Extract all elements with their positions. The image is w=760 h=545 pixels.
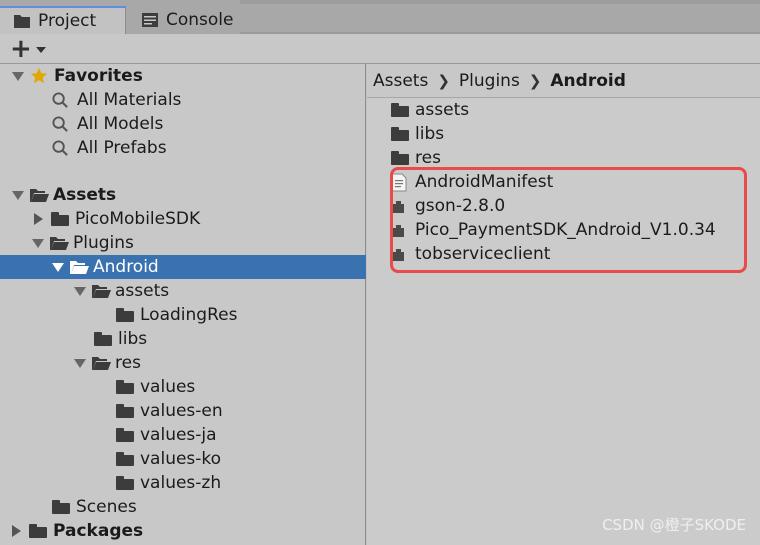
folder-icon	[116, 380, 134, 394]
tree-label: assets	[115, 281, 170, 301]
expand-arrow-icon[interactable]	[12, 190, 24, 200]
project-tree: Favorites All Materials All Models All P…	[0, 64, 366, 545]
folder-icon	[52, 500, 70, 514]
folder-icon	[116, 308, 134, 322]
tree-label: Plugins	[73, 233, 134, 253]
tree-item-plugins[interactable]: Plugins	[0, 231, 366, 255]
folder-icon	[116, 452, 134, 466]
folder-icon	[116, 404, 134, 418]
favorite-item[interactable]: All Materials	[0, 88, 366, 112]
tree-label: Scenes	[76, 497, 137, 517]
add-button[interactable]: +	[10, 34, 54, 64]
tree-label: All Models	[77, 114, 164, 134]
expand-arrow-icon[interactable]	[32, 238, 44, 248]
plus-icon: +	[10, 34, 32, 64]
tab-console-label: Console	[166, 10, 234, 30]
file-label: res	[415, 148, 441, 168]
highlight-annotation	[390, 167, 747, 273]
tree-item-libs[interactable]: libs	[0, 327, 366, 351]
expand-arrow-icon[interactable]	[34, 213, 43, 225]
tree-label: Packages	[53, 521, 144, 541]
search-icon	[52, 91, 68, 108]
folder-open-icon	[92, 357, 111, 370]
tree-label: Favorites	[54, 66, 143, 86]
tab-console[interactable]: Console	[128, 6, 240, 34]
file-label: assets	[415, 100, 470, 120]
tree-item-values[interactable]: values-ko	[0, 447, 366, 471]
tree-label: values-ja	[140, 425, 217, 445]
watermark: CSDN @橙子SKODE	[602, 516, 746, 534]
folder-icon	[51, 212, 69, 226]
tree-item-res[interactable]: res	[0, 351, 366, 375]
tree-label: values	[140, 377, 196, 397]
tree-label: res	[115, 353, 141, 373]
tree-label: LoadingRes	[140, 305, 238, 325]
tree-item-values[interactable]: values-ja	[0, 423, 366, 447]
tree-label: PicoMobileSDK	[75, 209, 201, 229]
tree-item-values[interactable]: values-zh	[0, 471, 366, 495]
expand-arrow-icon[interactable]	[74, 358, 86, 368]
folder-icon	[116, 476, 134, 490]
breadcrumb-item[interactable]: Android	[550, 71, 626, 91]
toolbar: +	[0, 34, 760, 64]
favorite-item[interactable]: All Prefabs	[0, 136, 366, 160]
tree-item-android[interactable]: Android	[0, 255, 366, 279]
folder-open-icon	[92, 285, 111, 298]
tree-label: libs	[118, 329, 148, 349]
tree-item-packages[interactable]: Packages	[0, 519, 366, 543]
expand-arrow-icon[interactable]	[74, 286, 86, 296]
search-icon	[52, 139, 68, 156]
folder-icon	[391, 103, 409, 117]
console-icon	[142, 13, 158, 27]
favorite-item[interactable]: All Models	[0, 112, 366, 136]
expand-arrow-icon[interactable]	[12, 525, 21, 537]
folder-icon	[14, 15, 30, 28]
chevron-right-icon: ❯	[528, 71, 542, 90]
tree-label: All Prefabs	[77, 138, 167, 158]
folder-icon	[116, 428, 134, 442]
folder-icon	[94, 332, 112, 346]
folder-icon	[391, 127, 409, 141]
folder-icon	[391, 151, 409, 165]
tree-label: Assets	[53, 185, 117, 205]
folder-open-icon	[70, 261, 89, 274]
folder-contents: Assets ❯ Plugins ❯ Android assets libs r…	[367, 64, 760, 545]
tab-bar: Project Console	[0, 0, 760, 34]
search-icon	[52, 115, 68, 132]
tree-item-values[interactable]: values-en	[0, 399, 366, 423]
tree-item-scenes[interactable]: Scenes	[0, 495, 366, 519]
tree-item-favorites[interactable]: Favorites	[0, 64, 366, 88]
tree-item-loadingres[interactable]: LoadingRes	[0, 303, 366, 327]
tree-item-picomobilesdk[interactable]: PicoMobileSDK	[0, 207, 366, 231]
tree-item-values[interactable]: values	[0, 375, 366, 399]
chevron-down-icon	[35, 47, 46, 53]
tree-item-assets[interactable]: Assets	[0, 183, 366, 207]
folder-open-icon	[30, 189, 49, 202]
folder-open-icon	[50, 237, 69, 250]
tree-label: values-en	[140, 401, 223, 421]
file-item-folder[interactable]: libs	[391, 122, 444, 146]
tab-project[interactable]: Project	[0, 6, 126, 34]
star-icon	[30, 67, 48, 84]
breadcrumb: Assets ❯ Plugins ❯ Android	[367, 64, 760, 98]
file-label: libs	[415, 124, 445, 144]
chevron-right-icon: ❯	[437, 71, 450, 90]
tab-project-label: Project	[38, 11, 97, 31]
breadcrumb-item[interactable]: Plugins	[459, 71, 520, 91]
tree-label: Android	[93, 257, 159, 277]
expand-arrow-icon[interactable]	[52, 262, 64, 272]
tree-label: values-zh	[140, 473, 222, 493]
file-item-folder[interactable]: assets	[391, 98, 469, 122]
expand-arrow-icon[interactable]	[12, 71, 24, 81]
folder-icon	[29, 524, 47, 538]
breadcrumb-item[interactable]: Assets	[373, 71, 428, 91]
tab-bar-fill	[240, 0, 760, 4]
tree-label: values-ko	[140, 449, 222, 469]
tree-item-assets-sub[interactable]: assets	[0, 279, 366, 303]
tree-label: All Materials	[77, 90, 182, 110]
